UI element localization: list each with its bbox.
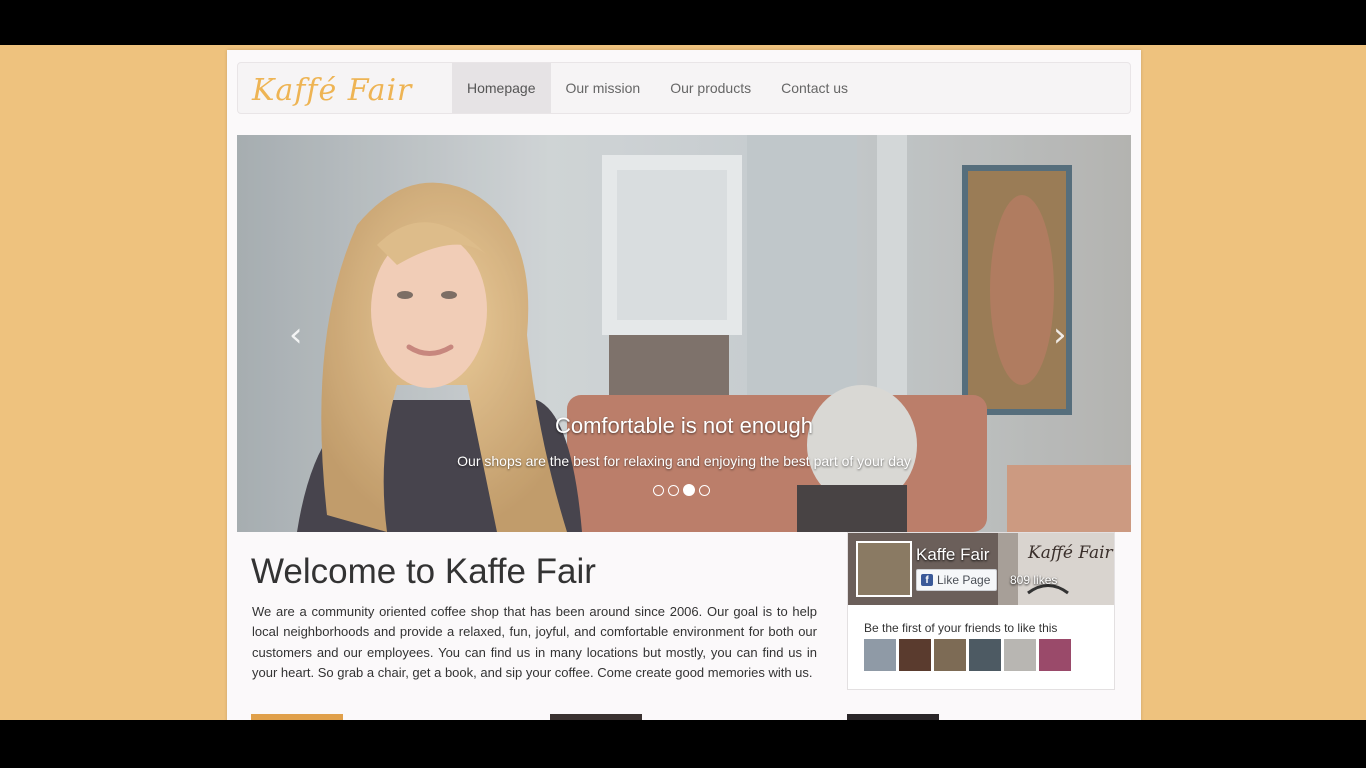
navbar: Kaffé Fair Homepage Our mission Our prod… xyxy=(237,62,1131,114)
carousel-indicator-active[interactable] xyxy=(683,484,695,496)
facebook-cover-photo[interactable]: Kaffé Fair Kaffe Fair f Like Page 809 li… xyxy=(848,533,1114,605)
nav-item-contact-us[interactable]: Contact us xyxy=(766,63,863,113)
facebook-likes-count: 809 likes xyxy=(1010,573,1058,587)
carousel-indicator[interactable] xyxy=(699,484,710,496)
brand-logo[interactable]: Kaffé Fair xyxy=(252,73,412,108)
facebook-cover-logo: Kaffé Fair xyxy=(1028,543,1113,563)
facebook-friend-faces xyxy=(864,639,1071,671)
facebook-like-button-label: Like Page xyxy=(937,573,991,587)
facebook-like-page-button[interactable]: f Like Page xyxy=(916,569,998,591)
friend-avatar[interactable] xyxy=(969,639,1001,671)
hero-carousel: ‹ › Comfortable is not enough Our shops … xyxy=(237,135,1131,532)
carousel-caption-title: Comfortable is not enough xyxy=(554,413,814,438)
friend-avatar[interactable] xyxy=(899,639,931,671)
welcome-paragraph: We are a community oriented coffee shop … xyxy=(252,604,817,680)
carousel-next-icon[interactable]: › xyxy=(1053,315,1067,355)
page-background: Kaffé Fair Homepage Our mission Our prod… xyxy=(0,45,1366,720)
nav-item-homepage[interactable]: Homepage xyxy=(452,63,551,113)
carousel-slide-image xyxy=(237,135,1131,532)
carousel-caption-text: Our shops are the best for relaxing and … xyxy=(457,453,911,469)
carousel-indicators xyxy=(653,484,710,496)
facebook-page-name[interactable]: Kaffe Fair xyxy=(916,545,989,565)
welcome-heading: Welcome to Kaffe Fair xyxy=(251,552,596,591)
page-container: Kaffé Fair Homepage Our mission Our prod… xyxy=(227,50,1141,720)
friend-avatar[interactable] xyxy=(864,639,896,671)
nav-item-our-mission[interactable]: Our mission xyxy=(551,63,656,113)
friend-avatar[interactable] xyxy=(1039,639,1071,671)
video-letterbox-top xyxy=(0,0,1366,45)
carousel-indicator[interactable] xyxy=(668,484,679,496)
facebook-icon: f xyxy=(921,574,933,586)
facebook-profile-picture[interactable] xyxy=(856,541,912,597)
facebook-page-widget: Kaffé Fair Kaffe Fair f Like Page 809 li… xyxy=(847,532,1115,690)
friend-avatar[interactable] xyxy=(934,639,966,671)
carousel-indicator[interactable] xyxy=(653,484,664,496)
nav-menu: Homepage Our mission Our products Contac… xyxy=(452,63,863,113)
facebook-friends-text: Be the first of your friends to like thi… xyxy=(864,621,1058,635)
video-letterbox-bottom xyxy=(0,720,1366,768)
friend-avatar[interactable] xyxy=(1004,639,1036,671)
nav-item-our-products[interactable]: Our products xyxy=(655,63,766,113)
carousel-prev-icon[interactable]: ‹ xyxy=(289,315,303,355)
